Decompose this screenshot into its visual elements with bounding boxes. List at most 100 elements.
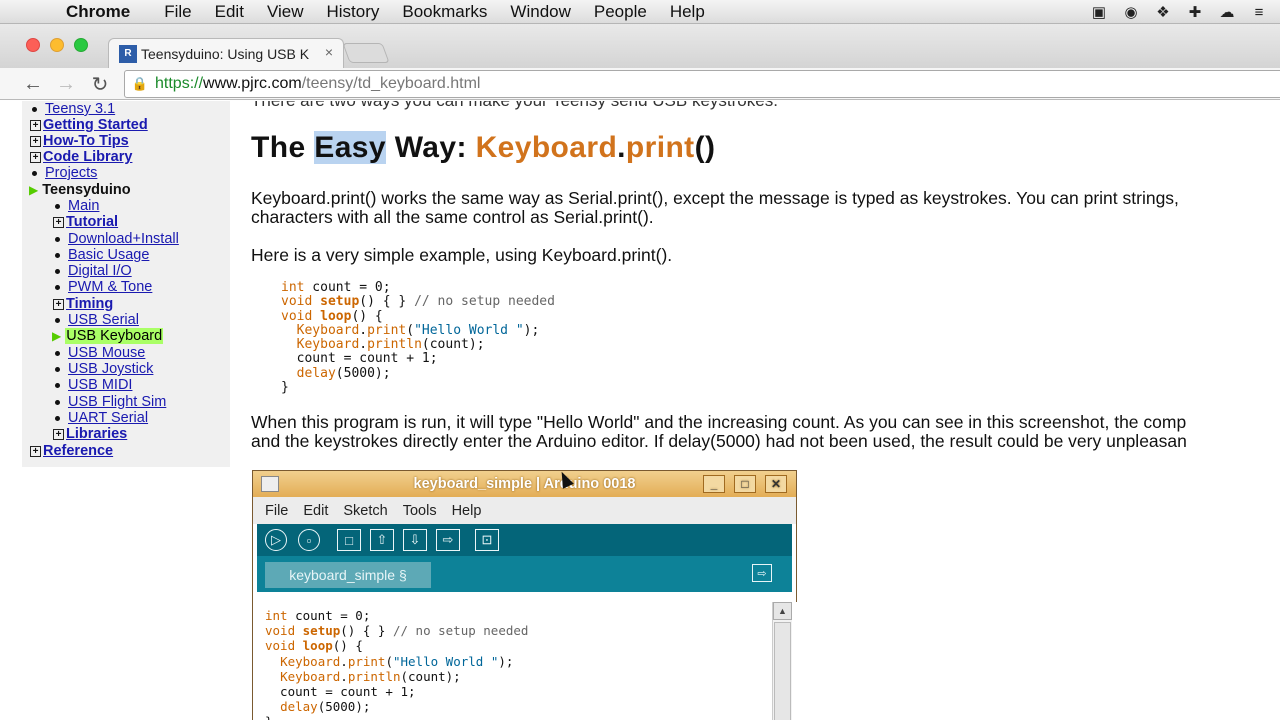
arduino-toolbar: ▷ ▫ □ ⇧ ⇩ ⇨ ⊡ xyxy=(257,524,792,556)
sidebar-link[interactable]: Teensy 3.1 xyxy=(45,101,115,117)
menu-view[interactable]: View xyxy=(267,2,304,22)
forward-arrow-icon[interactable]: → xyxy=(54,72,78,96)
sidebar-item-teensyduino: ▶ Teensyduino xyxy=(29,182,131,198)
window-minimize-button[interactable] xyxy=(50,38,64,52)
cloud-icon[interactable]: ☁ xyxy=(1216,2,1238,22)
sidebar-item-usb-joystick: USB Joystick xyxy=(55,361,153,377)
sidebar-link[interactable]: PWM & Tone xyxy=(68,279,152,295)
tab-title: Teensyduino: Using USB K xyxy=(141,45,310,62)
save-download-icon: ⇩ xyxy=(403,529,427,551)
arduino-tab-row: keyboard_simple § ⇨ xyxy=(257,556,792,592)
sidebar-item-usb-keyboard: ▶ USB Keyboard xyxy=(52,328,164,344)
heading-part: . xyxy=(617,131,626,164)
list-icon[interactable]: ≡ xyxy=(1248,2,1270,22)
reload-icon[interactable]: ↻ xyxy=(88,72,112,96)
expand-plus-icon[interactable]: + xyxy=(53,298,64,310)
arduino-menu-file: File xyxy=(265,502,289,519)
sync-icon[interactable]: ◉ xyxy=(1120,2,1142,22)
window-maximize-button[interactable] xyxy=(74,38,88,52)
tab-close-icon[interactable]: × xyxy=(325,44,333,60)
sidebar-item-how-to-tips: + How-To Tips xyxy=(30,133,129,149)
menu-window[interactable]: Window xyxy=(510,2,570,22)
sidebar-link[interactable]: Main xyxy=(68,198,99,214)
mac-menu-bar: Chrome File Edit View History Bookmarks … xyxy=(0,0,1280,24)
menu-history[interactable]: History xyxy=(326,2,379,22)
expand-plus-icon[interactable]: + xyxy=(30,151,41,163)
sidebar-link[interactable]: Tutorial xyxy=(66,214,118,230)
bullet-icon xyxy=(55,366,60,372)
expand-plus-icon[interactable]: + xyxy=(53,428,64,440)
sidebar-link[interactable]: USB Flight Sim xyxy=(68,394,166,410)
menu-help[interactable]: Help xyxy=(670,2,705,22)
sidebar-link[interactable]: USB Mouse xyxy=(68,345,145,361)
new-tab-button[interactable] xyxy=(342,43,390,63)
sidebar-link[interactable]: How-To Tips xyxy=(43,133,129,149)
sidebar-link[interactable]: Digital I/O xyxy=(68,263,132,279)
expand-plus-icon[interactable]: + xyxy=(30,135,41,147)
maximize-icon: □ xyxy=(734,475,756,493)
sidebar-item-uart-serial: UART Serial xyxy=(55,410,148,426)
sidebar-link[interactable]: Code Library xyxy=(43,149,132,165)
expand-plus-icon[interactable]: + xyxy=(30,445,41,457)
bullet-icon xyxy=(55,399,60,405)
back-arrow-icon[interactable]: ← xyxy=(21,72,45,96)
sidebar-label: Teensyduino xyxy=(42,182,131,198)
video-camera-icon[interactable]: ▣ xyxy=(1088,2,1110,22)
sidebar-link[interactable]: Libraries xyxy=(66,426,127,442)
open-upload-icon: ⇧ xyxy=(370,529,394,551)
bullet-icon xyxy=(55,284,60,290)
sidebar-item-main: Main xyxy=(55,198,99,214)
arduino-menu-tools: Tools xyxy=(402,502,437,519)
lock-icon: 🔒 xyxy=(131,76,149,91)
bullet-icon xyxy=(55,236,60,242)
bullet-icon xyxy=(55,203,60,209)
sidebar-link[interactable]: Download+Install xyxy=(68,231,179,247)
sidebar-link[interactable]: Projects xyxy=(45,165,97,181)
sidebar-link[interactable]: Reference xyxy=(43,443,113,459)
arduino-menu-bar: File Edit Sketch Tools Help xyxy=(253,497,796,524)
address-bar[interactable]: 🔒 https:// www.pjrc.com /teensy/td_keybo… xyxy=(124,70,1280,98)
expand-plus-icon[interactable]: + xyxy=(30,119,41,131)
window-close-button[interactable] xyxy=(26,38,40,52)
sidebar-link[interactable]: Basic Usage xyxy=(68,247,149,263)
sidebar-link[interactable]: USB Serial xyxy=(68,312,139,328)
sidebar-item-reference: + Reference xyxy=(30,443,113,459)
sidebar-link[interactable]: UART Serial xyxy=(68,410,148,426)
current-page-arrow-icon: ▶ xyxy=(52,329,62,343)
menu-people[interactable]: People xyxy=(594,2,647,22)
browser-tab[interactable]: R Teensyduino: Using USB K × xyxy=(108,38,344,68)
sketch-tab: keyboard_simple § xyxy=(265,562,431,588)
menu-file[interactable]: File xyxy=(164,2,191,22)
sidebar-link[interactable]: Getting Started xyxy=(43,117,148,133)
sidebar-link[interactable]: Timing xyxy=(66,296,113,312)
serial-monitor-icon: ⊡ xyxy=(475,529,499,551)
sidebar-item-tutorial: + Tutorial xyxy=(53,214,118,230)
menu-app-chrome[interactable]: Chrome xyxy=(66,2,130,22)
paragraph-line: characters with all the same control as … xyxy=(251,207,654,227)
menu-bookmarks[interactable]: Bookmarks xyxy=(402,2,487,22)
plus-cross-icon[interactable]: ✚ xyxy=(1184,2,1206,22)
browser-toolbar: ← → ↻ 🔒 https:// www.pjrc.com /teensy/td… xyxy=(0,68,1280,100)
heading-print-word: print xyxy=(625,131,695,164)
sidebar-item-code-library: + Code Library xyxy=(30,149,132,165)
bullet-icon xyxy=(55,382,60,388)
sidebar-link[interactable]: USB Joystick xyxy=(68,361,153,377)
menu-edit[interactable]: Edit xyxy=(215,2,244,22)
new-file-icon: □ xyxy=(337,529,361,551)
url-path: /teensy/td_keyboard.html xyxy=(301,75,481,92)
heading-keyboard-word: Keyboard xyxy=(475,131,618,164)
paragraph: Here is a very simple example, using Key… xyxy=(251,245,673,265)
scrollbar-thumb xyxy=(774,622,791,720)
editor-scrollbar: ▲ xyxy=(772,602,792,720)
expand-plus-icon[interactable]: + xyxy=(53,216,64,228)
dropbox-icon[interactable]: ❖ xyxy=(1152,2,1174,22)
code-example: int count = 0; void setup() { } // no se… xyxy=(281,280,555,396)
verify-play-icon: ▷ xyxy=(265,529,287,551)
arduino-title-bar: keyboard_simple | Arduino 0018 _ □ ✕ xyxy=(253,471,796,497)
site-sidebar-nav: Teensy 3.1 + Getting Started + How-To Tips… xyxy=(22,101,230,467)
sidebar-item-usb-flight-sim: USB Flight Sim xyxy=(55,394,166,410)
upload-arrow-icon: ⇨ xyxy=(436,529,460,551)
sidebar-item-basic-usage: Basic Usage xyxy=(55,247,149,263)
sidebar-link[interactable]: USB MIDI xyxy=(68,377,132,393)
url-host: www.pjrc.com xyxy=(203,75,302,92)
